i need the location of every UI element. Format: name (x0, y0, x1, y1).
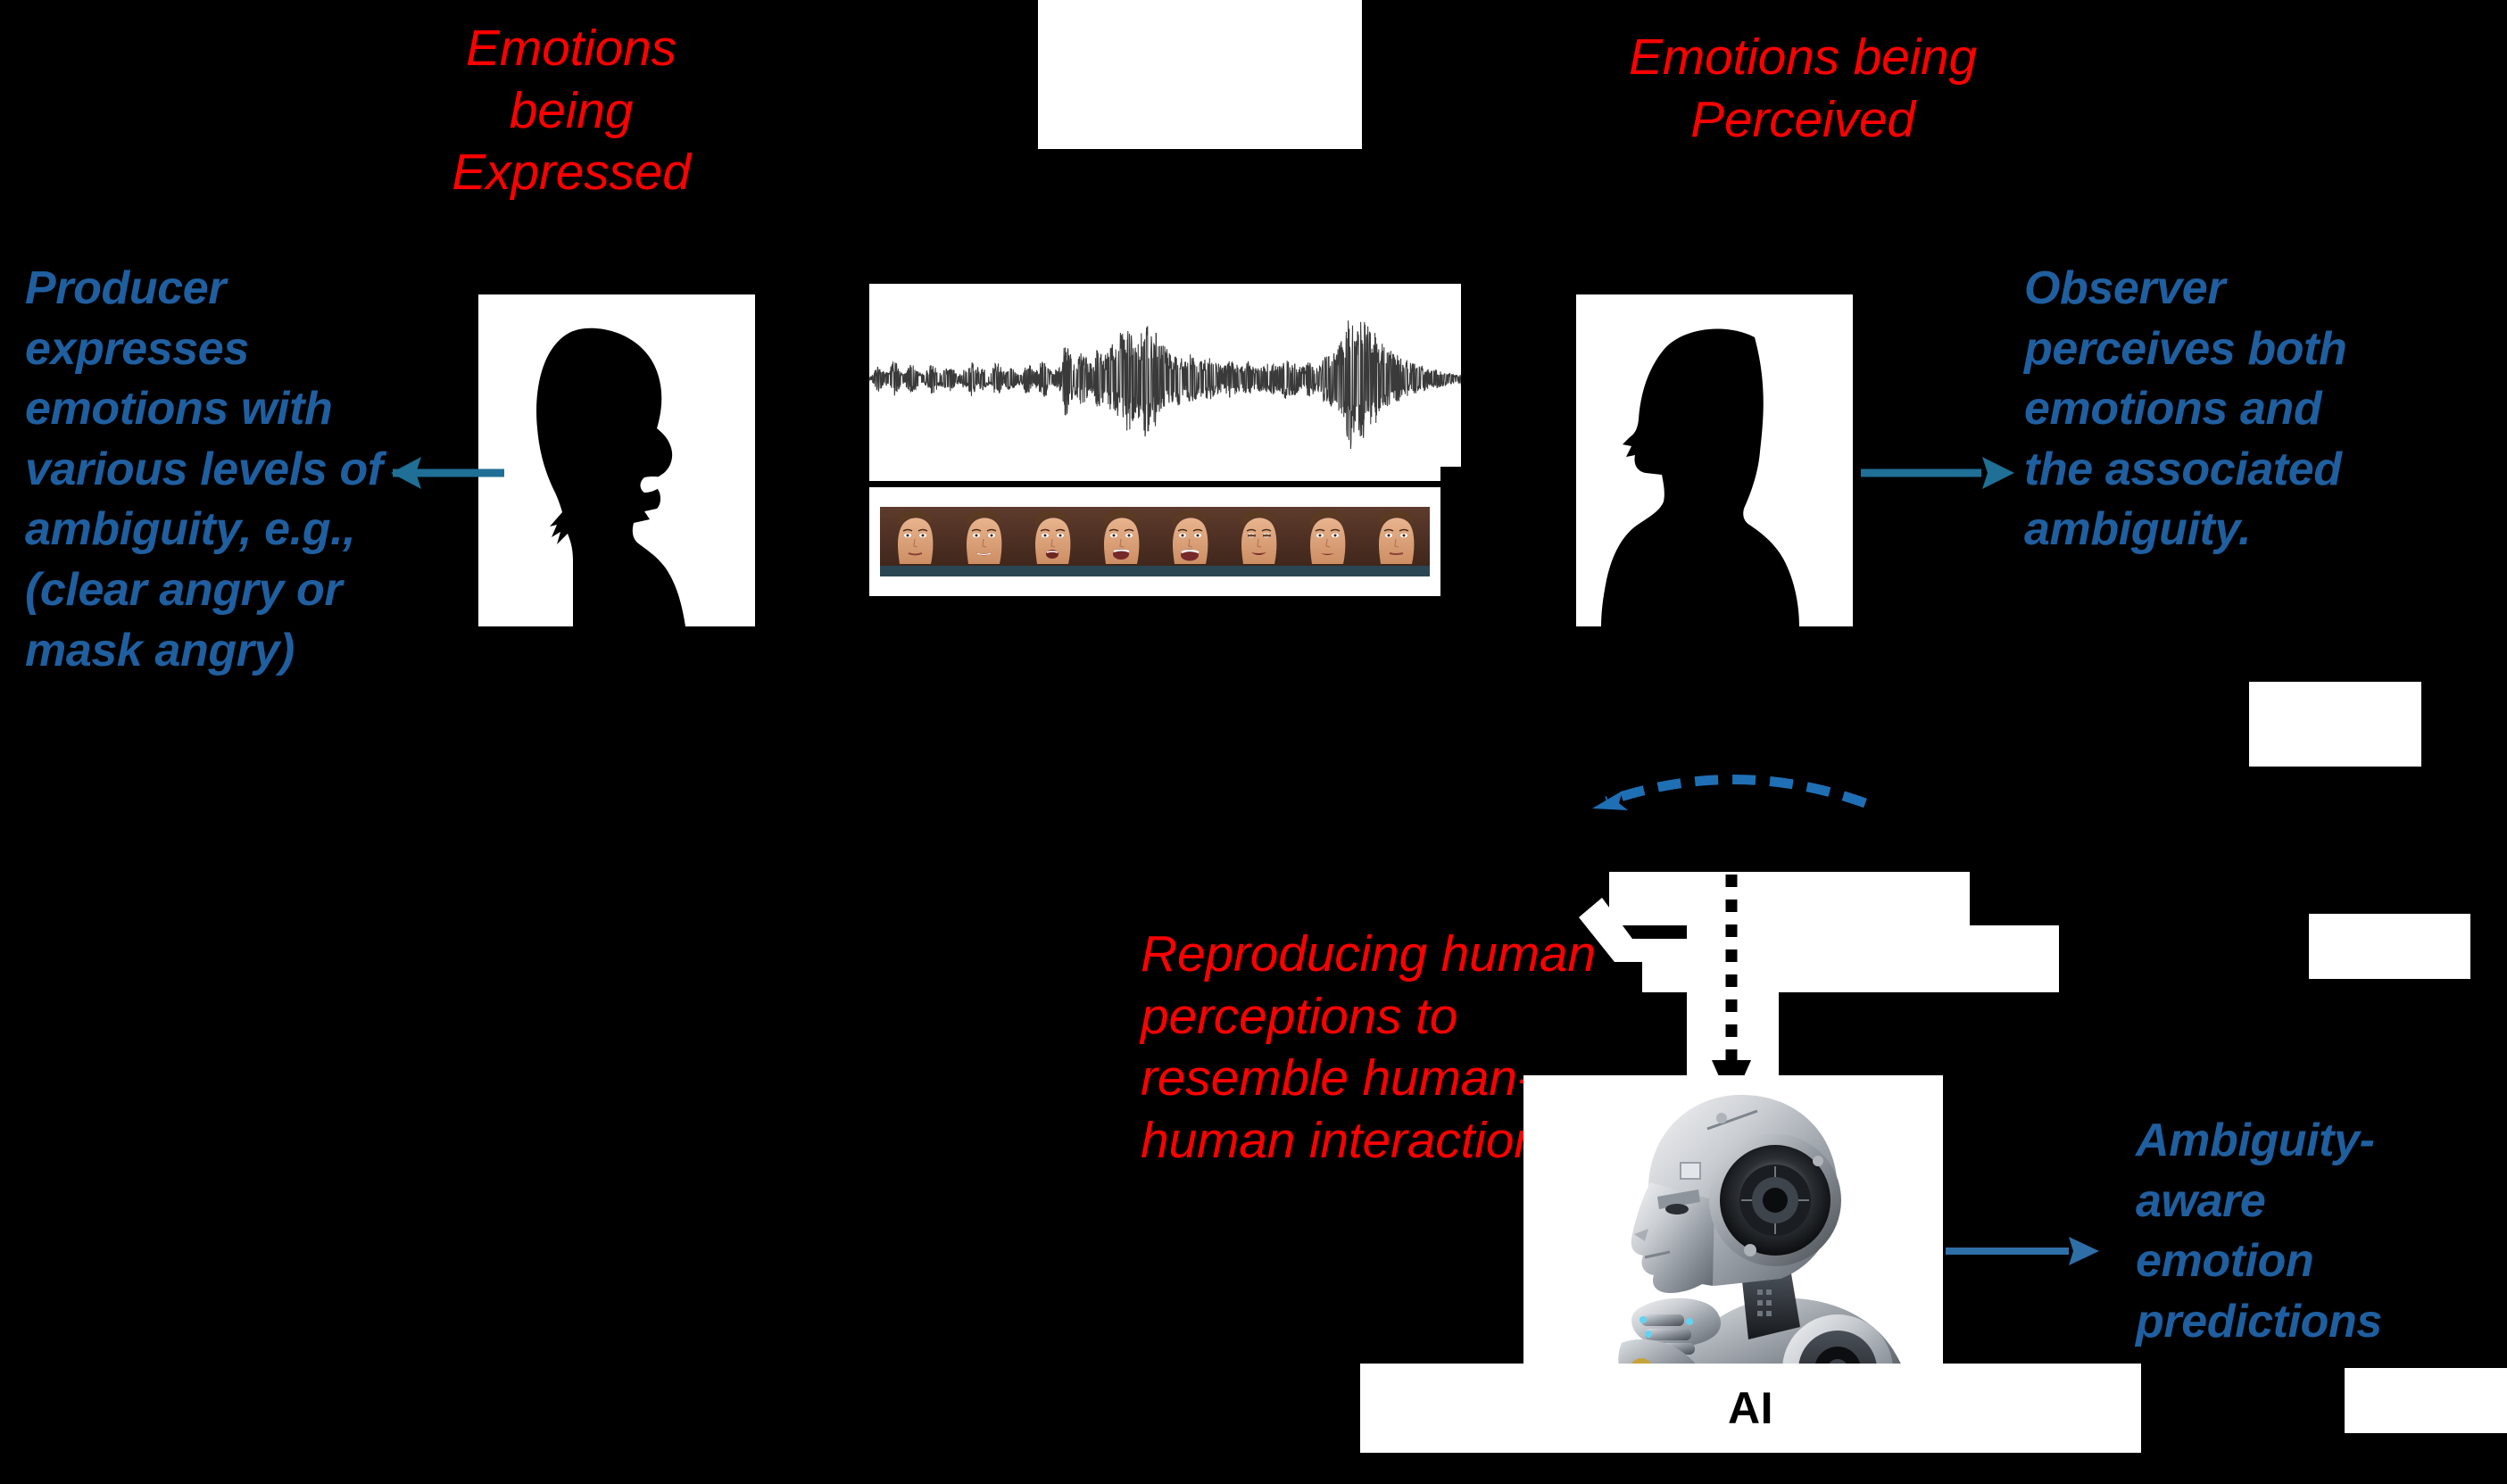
female-speaker-silhouette-icon (536, 327, 685, 626)
connector-white-shape-right-tab (1933, 925, 2059, 954)
observer-arrow-right-icon (1861, 457, 2014, 489)
title-emotions-being-perceived: Emotions being Perceived (1628, 29, 1978, 148)
face-frame-sequence-icon (879, 506, 1431, 577)
title-emotions-being-expressed: Emotions being Expressed (452, 20, 691, 202)
right-mid-blank-box (2309, 914, 2470, 979)
prediction-arrow-right-icon (1946, 1237, 2099, 1265)
bottom-right-blank-box (2345, 1368, 2507, 1433)
producer-arrow-left-icon (391, 457, 504, 489)
face-frames-plate (869, 487, 1440, 596)
right-upper-blank-box (2249, 682, 2421, 767)
diagram-canvas: Emotions being Expressed Emotions being … (0, 0, 2507, 1484)
waveform-plate (868, 284, 1462, 467)
face-frame-strip (879, 506, 1431, 577)
thinking-humanoid-robot-icon (1618, 1094, 1914, 1425)
male-listener-silhouette-icon (1601, 328, 1799, 626)
audio-waveform-chart (868, 320, 1462, 450)
observer-annotation: Observer perceives both emotions and the… (2024, 262, 2347, 556)
producer-image-plate (478, 294, 755, 626)
ai-label-text: AI (1728, 1383, 1773, 1433)
prediction-annotation: Ambiguity- aware emotion predictions (2136, 1115, 2382, 1347)
waveform-baseline-strip (869, 467, 1440, 481)
ai-robot-plate (1523, 1075, 1943, 1425)
ai-label-bar: AI (1360, 1364, 2141, 1453)
top-center-blank-box (1038, 0, 1362, 149)
observer-image-plate (1576, 294, 1853, 626)
feedback-arc-dashed-arrow-icon (1592, 775, 1867, 810)
